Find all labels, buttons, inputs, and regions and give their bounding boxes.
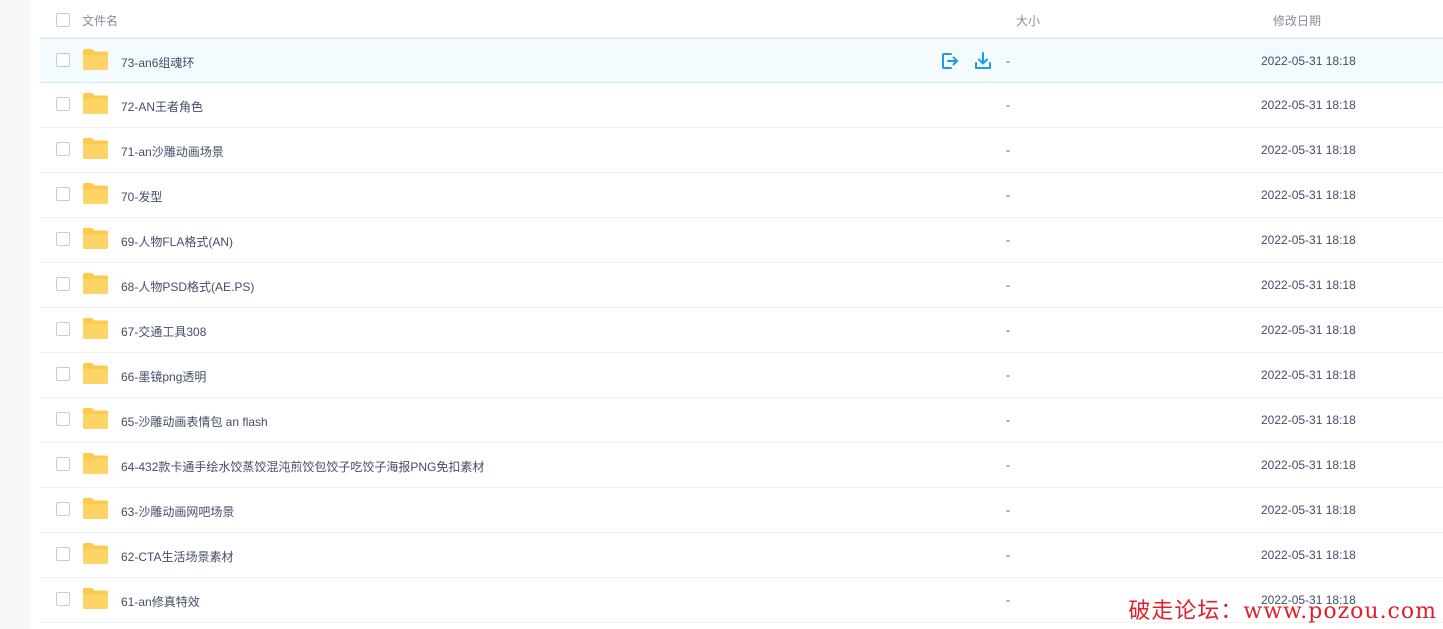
file-modified-date: 2022-05-31 18:18 bbox=[1261, 54, 1356, 68]
file-name-link[interactable]: 61-an修真特效 bbox=[121, 593, 200, 610]
watermark-text: 破走论坛：www.pozou.com bbox=[1128, 599, 1437, 624]
file-size: - bbox=[1006, 54, 1010, 68]
row-checkbox[interactable] bbox=[56, 187, 70, 201]
column-header-size[interactable]: 大小 bbox=[1016, 12, 1040, 29]
row-checkbox[interactable] bbox=[56, 97, 70, 111]
file-name-link[interactable]: 63-沙雕动画网吧场景 bbox=[121, 503, 234, 520]
row-checkbox[interactable] bbox=[56, 367, 70, 381]
file-name-link[interactable]: 67-交通工具308 bbox=[121, 323, 206, 340]
file-row[interactable]: 62-CTA生活场景素材 - 2022-05-31 18:18 bbox=[40, 533, 1443, 578]
file-size: - bbox=[1006, 368, 1010, 382]
file-size: - bbox=[1006, 143, 1010, 157]
file-name-link[interactable]: 62-CTA生活场景素材 bbox=[121, 548, 233, 565]
folder-icon bbox=[83, 273, 108, 294]
file-name-link[interactable]: 64-432款卡通手绘水饺蒸饺混沌煎饺包饺子吃饺子海报PNG免扣素材 bbox=[121, 458, 484, 475]
file-size: - bbox=[1006, 98, 1010, 112]
folder-icon bbox=[83, 363, 108, 384]
file-row[interactable]: 63-沙雕动画网吧场景 - 2022-05-31 18:18 bbox=[40, 488, 1443, 533]
file-size: - bbox=[1006, 458, 1010, 472]
file-row[interactable]: 68-人物PSD格式(AE.PS) - 2022-05-31 18:18 bbox=[40, 263, 1443, 308]
row-checkbox[interactable] bbox=[56, 547, 70, 561]
file-name-link[interactable]: 66-墨镜png透明 bbox=[121, 368, 206, 385]
file-size: - bbox=[1006, 593, 1010, 607]
file-size: - bbox=[1006, 323, 1010, 337]
folder-icon bbox=[83, 183, 108, 204]
file-size: - bbox=[1006, 413, 1010, 427]
row-checkbox[interactable] bbox=[56, 142, 70, 156]
file-modified-date: 2022-05-31 18:18 bbox=[1261, 188, 1356, 202]
row-checkbox[interactable] bbox=[56, 412, 70, 426]
folder-icon bbox=[83, 408, 108, 429]
file-name-link[interactable]: 73-an6组魂环 bbox=[121, 54, 194, 71]
file-row[interactable]: 64-432款卡通手绘水饺蒸饺混沌煎饺包饺子吃饺子海报PNG免扣素材 - 202… bbox=[40, 443, 1443, 488]
file-list-header: 文件名 大小 修改日期 bbox=[40, 0, 1443, 38]
file-size: - bbox=[1006, 233, 1010, 247]
file-size: - bbox=[1006, 548, 1010, 562]
file-row[interactable]: 73-an6组魂环 - 2022-05-31 18:18 bbox=[40, 38, 1443, 83]
column-header-date[interactable]: 修改日期 bbox=[1273, 12, 1321, 29]
folder-icon bbox=[83, 318, 108, 339]
row-checkbox[interactable] bbox=[56, 232, 70, 246]
row-checkbox[interactable] bbox=[56, 53, 70, 67]
file-size: - bbox=[1006, 278, 1010, 292]
file-modified-date: 2022-05-31 18:18 bbox=[1261, 233, 1356, 247]
folder-icon bbox=[83, 588, 108, 609]
file-modified-date: 2022-05-31 18:18 bbox=[1261, 413, 1356, 427]
folder-icon bbox=[83, 228, 108, 249]
file-row[interactable]: 69-人物FLA格式(AN) - 2022-05-31 18:18 bbox=[40, 218, 1443, 263]
row-checkbox[interactable] bbox=[56, 322, 70, 336]
file-modified-date: 2022-05-31 18:18 bbox=[1261, 503, 1356, 517]
row-checkbox[interactable] bbox=[56, 592, 70, 606]
file-name-link[interactable]: 71-an沙雕动画场景 bbox=[121, 143, 224, 160]
file-row[interactable]: 70-发型 - 2022-05-31 18:18 bbox=[40, 173, 1443, 218]
row-checkbox[interactable] bbox=[56, 502, 70, 516]
row-checkbox[interactable] bbox=[56, 457, 70, 471]
file-row[interactable]: 66-墨镜png透明 - 2022-05-31 18:18 bbox=[40, 353, 1443, 398]
download-icon[interactable] bbox=[973, 51, 993, 71]
folder-icon bbox=[83, 138, 108, 159]
column-header-name[interactable]: 文件名 bbox=[82, 12, 118, 29]
row-checkbox[interactable] bbox=[56, 277, 70, 291]
file-list: 文件名 大小 修改日期 73-an6组魂环 - 2022-05-31 18:18… bbox=[40, 0, 1443, 629]
file-name-link[interactable]: 70-发型 bbox=[121, 188, 162, 205]
file-modified-date: 2022-05-31 18:18 bbox=[1261, 458, 1356, 472]
folder-icon bbox=[83, 453, 108, 474]
share-out-icon[interactable] bbox=[940, 51, 960, 71]
folder-icon bbox=[83, 49, 108, 70]
file-modified-date: 2022-05-31 18:18 bbox=[1261, 323, 1356, 337]
file-modified-date: 2022-05-31 18:18 bbox=[1261, 368, 1356, 382]
file-row[interactable]: 65-沙雕动画表情包 an flash - 2022-05-31 18:18 bbox=[40, 398, 1443, 443]
file-modified-date: 2022-05-31 18:18 bbox=[1261, 143, 1356, 157]
left-sidebar-gutter bbox=[0, 0, 30, 629]
file-modified-date: 2022-05-31 18:18 bbox=[1261, 278, 1356, 292]
folder-icon bbox=[83, 543, 108, 564]
select-all-checkbox[interactable] bbox=[56, 13, 70, 27]
file-name-link[interactable]: 65-沙雕动画表情包 an flash bbox=[121, 413, 268, 430]
file-modified-date: 2022-05-31 18:18 bbox=[1261, 548, 1356, 562]
folder-icon bbox=[83, 93, 108, 114]
file-rows: 73-an6组魂环 - 2022-05-31 18:18 72-AN王者角色 -… bbox=[40, 38, 1443, 623]
file-name-link[interactable]: 68-人物PSD格式(AE.PS) bbox=[121, 278, 254, 295]
file-size: - bbox=[1006, 188, 1010, 202]
file-row[interactable]: 72-AN王者角色 - 2022-05-31 18:18 bbox=[40, 83, 1443, 128]
file-name-link[interactable]: 69-人物FLA格式(AN) bbox=[121, 233, 233, 250]
file-modified-date: 2022-05-31 18:18 bbox=[1261, 98, 1356, 112]
file-row[interactable]: 67-交通工具308 - 2022-05-31 18:18 bbox=[40, 308, 1443, 353]
file-name-link[interactable]: 72-AN王者角色 bbox=[121, 98, 203, 115]
file-row[interactable]: 71-an沙雕动画场景 - 2022-05-31 18:18 bbox=[40, 128, 1443, 173]
folder-icon bbox=[83, 498, 108, 519]
file-size: - bbox=[1006, 503, 1010, 517]
